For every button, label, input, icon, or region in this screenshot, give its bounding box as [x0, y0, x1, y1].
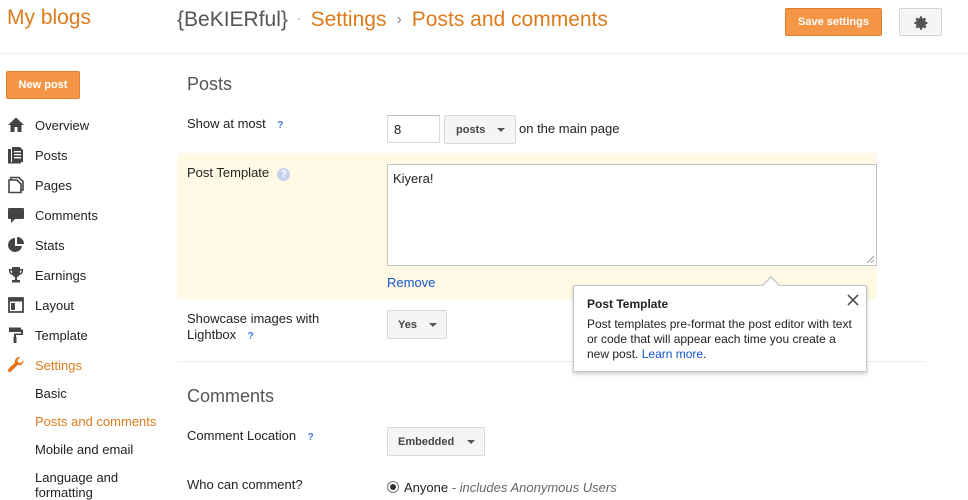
- sidebar-item-earnings[interactable]: Earnings: [0, 262, 170, 292]
- chevron-down-icon: [497, 128, 505, 132]
- sidebar-item-posts[interactable]: Posts: [0, 142, 170, 172]
- show-at-most-text: Show at most: [187, 116, 266, 131]
- save-settings-button[interactable]: Save settings: [785, 8, 882, 36]
- sidebar-item-label: Settings: [35, 358, 82, 373]
- pages-icon: [8, 176, 24, 194]
- post-template-label: Post Template?: [187, 165, 291, 181]
- show-at-most-input[interactable]: 8: [387, 115, 440, 143]
- tooltip-title: Post Template: [587, 297, 669, 311]
- trophy-icon: [8, 267, 24, 283]
- post-template-textarea[interactable]: Kiyera!: [387, 164, 877, 266]
- sidebar-subitem-language-and-formatting[interactable]: Language and formatting: [0, 466, 170, 500]
- sidebar-item-template[interactable]: Template: [0, 322, 170, 352]
- sidebar-item-label: Pages: [35, 178, 72, 193]
- comment-location-label: Comment Location?: [187, 428, 317, 444]
- comments-icon: [8, 208, 24, 223]
- sidebar-item-label: Earnings: [35, 268, 87, 283]
- stats-icon: [8, 237, 24, 252]
- remove-template-link[interactable]: Remove: [387, 275, 435, 290]
- chevron-down-icon: [429, 323, 437, 327]
- posts-section-title: Posts: [187, 74, 233, 94]
- comments-section-title: Comments: [187, 386, 275, 406]
- tooltip-body-text: Post templates pre-format the post edito…: [587, 317, 852, 361]
- sidebar-item-comments[interactable]: Comments: [0, 202, 170, 232]
- breadcrumb-arrow: ›: [396, 11, 402, 28]
- sidebar-subitem-label: Mobile and email: [35, 442, 134, 457]
- sidebar-item-settings[interactable]: Settings: [0, 352, 170, 382]
- tooltip-period: .: [703, 347, 707, 361]
- home-icon: [8, 117, 24, 132]
- close-icon[interactable]: [846, 293, 860, 307]
- sidebar-item-layout[interactable]: Layout: [0, 292, 170, 322]
- who-can-comment-label: Who can comment?: [187, 477, 303, 492]
- breadcrumb-settings[interactable]: Settings: [311, 8, 387, 31]
- wrench-icon: [7, 356, 24, 373]
- sidebar-subitem-label: Basic: [35, 386, 67, 401]
- settings-gear-button[interactable]: [899, 8, 942, 36]
- sidebar-item-label: Stats: [35, 238, 65, 253]
- help-icon[interactable]: ?: [274, 119, 287, 132]
- posts-icon: [8, 147, 23, 164]
- breadcrumb: {BeKIERful} · Settings › Posts and comments: [177, 8, 608, 32]
- dropdown-value: posts: [456, 124, 486, 136]
- sidebar-subitem-label: Language and formatting: [35, 470, 119, 500]
- show-at-most-label: Show at most?: [187, 116, 287, 132]
- my-blogs-link[interactable]: My blogs: [7, 6, 91, 30]
- layout-icon: [8, 297, 24, 313]
- help-icon[interactable]: ?: [277, 168, 291, 181]
- resize-handle-icon[interactable]: [866, 255, 874, 263]
- tooltip-body: Post templates pre-format the post edito…: [587, 317, 857, 362]
- on-main-page-text: on the main page: [519, 121, 620, 136]
- tooltip-arrow-inner: [762, 278, 780, 287]
- top-header: My blogs {BeKIERful} · Settings › Posts and …: [0, 0, 968, 54]
- help-icon[interactable]: ?: [244, 330, 257, 343]
- breadcrumb-dot: ·: [296, 10, 302, 26]
- new-post-button[interactable]: New post: [6, 71, 80, 99]
- sidebar-item-pages[interactable]: Pages: [0, 172, 170, 202]
- gear-icon: [914, 16, 928, 30]
- sidebar-subitem-posts-and-comments[interactable]: Posts and comments: [0, 410, 170, 438]
- chevron-down-icon: [467, 440, 475, 444]
- comment-location-dropdown[interactable]: Embedded: [387, 427, 485, 456]
- sidebar-subitem-mobile-and-email[interactable]: Mobile and email: [0, 438, 170, 466]
- sidebar-item-label: Comments: [35, 208, 98, 223]
- sidebar-item-stats[interactable]: Stats: [0, 232, 170, 262]
- settings-submenu: Basic Posts and comments Mobile and emai…: [0, 382, 170, 500]
- dropdown-value: Yes: [398, 319, 417, 331]
- post-template-tooltip: Post Template Post templates pre-format …: [573, 276, 867, 372]
- post-template-text: Post Template: [187, 165, 270, 180]
- page-title: Posts and comments: [411, 8, 608, 31]
- sidebar-item-label: Layout: [35, 298, 75, 313]
- sidebar-item-label: Posts: [35, 148, 68, 163]
- anyone-radio[interactable]: [387, 481, 399, 493]
- comment-location-text: Comment Location: [187, 428, 297, 443]
- sidebar-item-label: Template: [35, 328, 88, 343]
- sidebar-item-overview[interactable]: Overview: [0, 112, 170, 142]
- lightbox-label: Showcase images with Lightbox?: [187, 311, 337, 343]
- help-icon[interactable]: ?: [304, 431, 317, 444]
- dropdown-value: Embedded: [398, 436, 455, 448]
- sidebar-nav: Overview Posts Pages Comments Stats Earn…: [0, 112, 170, 382]
- blog-name[interactable]: {BeKIERful}: [177, 8, 288, 31]
- sidebar-subitem-basic[interactable]: Basic: [0, 382, 170, 410]
- post-template-value: Kiyera!: [393, 171, 434, 186]
- sidebar-subitem-label: Posts and comments: [35, 414, 157, 429]
- sidebar-item-label: Overview: [35, 118, 90, 133]
- learn-more-link[interactable]: Learn more: [642, 347, 703, 361]
- posts-unit-dropdown[interactable]: posts: [444, 115, 516, 144]
- paint-roller-icon: [9, 327, 23, 343]
- lightbox-dropdown[interactable]: Yes: [387, 310, 447, 339]
